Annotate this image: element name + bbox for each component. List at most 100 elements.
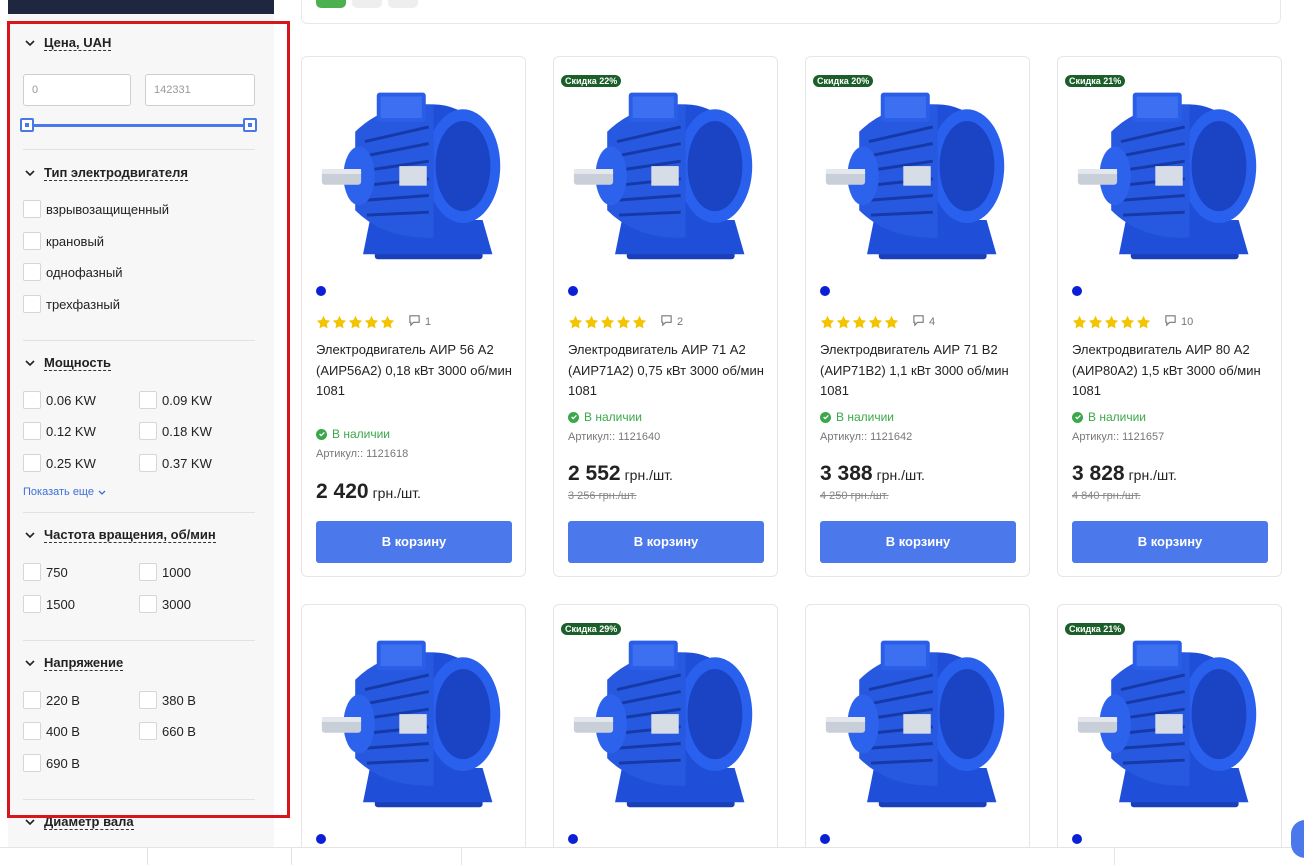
sku: Артикул:: 1121640 <box>568 431 661 443</box>
checkbox[interactable] <box>23 422 41 440</box>
product-image[interactable] <box>820 621 1016 817</box>
price-max-input[interactable]: 142331 <box>145 74 255 106</box>
filter-motor-type-header[interactable]: Тип электродвигателя <box>23 163 255 183</box>
filter-voltage: Напряжение <box>23 653 255 673</box>
checkbox-voltage[interactable]: 220 В <box>23 690 80 710</box>
product-card[interactable]: 1 Электродвигатель АИР 56 А2 (АИР56А2) 0,… <box>301 56 526 577</box>
checkbox[interactable] <box>23 454 41 472</box>
color-dot[interactable] <box>820 834 830 844</box>
price-slider-min-handle[interactable] <box>20 118 34 132</box>
product-image[interactable] <box>316 621 512 817</box>
product-image[interactable] <box>820 73 1016 269</box>
add-to-cart-button[interactable]: В корзину <box>316 521 512 563</box>
checkbox[interactable] <box>23 691 41 709</box>
product-image[interactable] <box>1072 73 1268 269</box>
color-dot[interactable] <box>316 834 326 844</box>
toolbar-tab[interactable] <box>316 0 346 8</box>
checkbox-power[interactable]: 0.06 KW <box>23 390 96 410</box>
checkbox-speed[interactable]: 3000 <box>139 594 191 614</box>
checkbox-voltage[interactable]: 660 В <box>139 721 196 741</box>
filter-voltage-header[interactable]: Напряжение <box>23 653 255 673</box>
product-image[interactable] <box>568 621 764 817</box>
star-icon <box>348 315 363 330</box>
color-dot[interactable] <box>316 286 326 296</box>
product-card[interactable] <box>301 604 526 865</box>
toolbar-tab[interactable] <box>388 0 418 8</box>
add-to-cart-button[interactable]: В корзину <box>820 521 1016 563</box>
checkbox[interactable] <box>23 563 41 581</box>
checkbox-speed[interactable]: 1500 <box>23 594 75 614</box>
checkbox[interactable] <box>139 563 157 581</box>
price-slider-max-handle[interactable] <box>243 118 257 132</box>
checkbox-power[interactable]: 0.12 KW <box>23 421 96 441</box>
product-image[interactable] <box>1072 621 1268 817</box>
checkbox-speed[interactable]: 1000 <box>139 562 191 582</box>
checkbox[interactable] <box>139 691 157 709</box>
product-card[interactable]: Скидка 21% <box>1057 604 1282 865</box>
chevron-down-icon <box>23 815 37 829</box>
filter-shaft-header[interactable]: Диаметр вала <box>23 812 255 832</box>
add-to-cart-button[interactable]: В корзину <box>568 521 764 563</box>
checkbox[interactable] <box>23 595 41 613</box>
checkbox-voltage[interactable]: 380 В <box>139 690 196 710</box>
product-name[interactable]: Электродвигатель АИР 56 А2 (АИР56А2) 0,1… <box>316 340 516 402</box>
product-image[interactable] <box>316 73 512 269</box>
product-card[interactable]: Скидка 21% 10 Электродвигатель АИР 80 А2 (… <box>1057 56 1282 577</box>
checkbox[interactable] <box>23 232 41 250</box>
star-icon <box>616 315 631 330</box>
price-slider-track[interactable] <box>27 124 251 127</box>
checkbox-power[interactable]: 0.09 KW <box>139 390 212 410</box>
stock-status: В наличии <box>568 410 642 424</box>
product-name[interactable]: Электродвигатель АИР 80 А2 (АИР80А2) 1,5… <box>1072 340 1272 402</box>
comments[interactable]: 4 <box>912 314 935 330</box>
star-icon <box>820 315 835 330</box>
checkbox-voltage[interactable]: 400 В <box>23 721 80 741</box>
checkbox[interactable] <box>23 754 41 772</box>
comments[interactable]: 10 <box>1164 314 1193 330</box>
product-card[interactable]: Скидка 20% 4 Электродвигатель АИР 71 В2 (А… <box>805 56 1030 577</box>
checkbox-speed[interactable]: 750 <box>23 562 68 582</box>
rating: 1 <box>316 314 431 330</box>
product-card[interactable]: Скидка 22% 2 Электродвигатель АИР 71 А2 (А… <box>553 56 778 577</box>
product-card[interactable] <box>805 604 1030 865</box>
product-card[interactable]: Скидка 29% <box>553 604 778 865</box>
checkbox[interactable] <box>139 722 157 740</box>
filter-speed-header[interactable]: Частота вращения, об/мин <box>23 525 255 545</box>
checkbox-power[interactable]: 0.25 KW <box>23 453 96 473</box>
checkbox[interactable] <box>139 595 157 613</box>
checkbox-voltage[interactable]: 690 В <box>23 753 80 773</box>
checkbox-motor-type[interactable]: взрывозащищенный <box>23 199 169 219</box>
checkbox[interactable] <box>139 391 157 409</box>
filter-price-header[interactable]: Цена, UAH <box>23 33 255 53</box>
color-dot[interactable] <box>568 286 578 296</box>
color-dot[interactable] <box>1072 834 1082 844</box>
add-to-cart-button[interactable]: В корзину <box>1072 521 1268 563</box>
show-more-link[interactable]: Показать еще <box>23 486 106 498</box>
checkbox[interactable] <box>23 200 41 218</box>
old-price: 4 250 грн./шт. <box>820 490 889 502</box>
product-name[interactable]: Электродвигатель АИР 71 А2 (АИР71А2) 0,7… <box>568 340 768 402</box>
filter-power-header[interactable]: Мощность <box>23 353 255 373</box>
checkbox-motor-type[interactable]: крановый <box>23 231 104 251</box>
checkbox[interactable] <box>23 391 41 409</box>
toolbar-tab[interactable] <box>352 0 382 8</box>
comments[interactable]: 1 <box>408 314 431 330</box>
checkbox-motor-type[interactable]: трехфазный <box>23 294 120 314</box>
checkbox-motor-type[interactable]: однофазный <box>23 262 122 282</box>
checkbox[interactable] <box>139 422 157 440</box>
color-dot[interactable] <box>568 834 578 844</box>
checkbox[interactable] <box>23 295 41 313</box>
checkbox-power[interactable]: 0.37 KW <box>139 453 212 473</box>
comments[interactable]: 2 <box>660 314 683 330</box>
price-min-input[interactable]: 0 <box>23 74 131 106</box>
checkbox-power[interactable]: 0.18 KW <box>139 421 212 441</box>
color-dot[interactable] <box>1072 286 1082 296</box>
checkbox-label: 380 В <box>162 692 196 708</box>
product-name[interactable]: Электродвигатель АИР 71 В2 (АИР71В2) 1,1… <box>820 340 1020 402</box>
checkbox[interactable] <box>23 722 41 740</box>
checkbox[interactable] <box>23 263 41 281</box>
product-image[interactable] <box>568 73 764 269</box>
chat-button[interactable] <box>1291 820 1304 858</box>
checkbox[interactable] <box>139 454 157 472</box>
color-dot[interactable] <box>820 286 830 296</box>
